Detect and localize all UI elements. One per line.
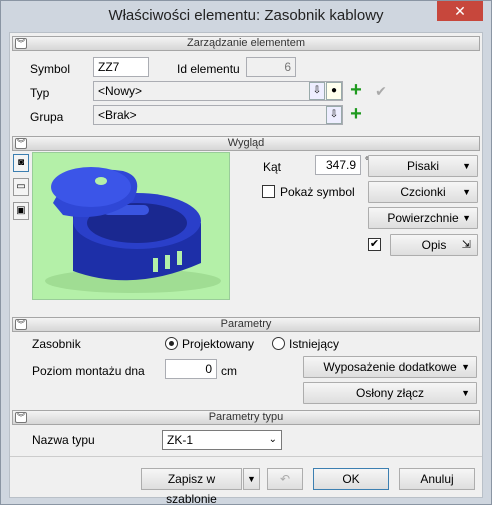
section-title: Parametry typu [208,411,284,423]
preview-3d[interactable] [32,152,230,300]
collapse-icon[interactable]: ︾ [15,319,27,330]
properties-dialog: Właściwości elementu: Zasobnik kablowy ✕… [0,0,492,505]
ok-button[interactable]: OK [313,468,389,490]
symbol-label: Symbol [30,62,71,76]
section-title: Zarządzanie elementem [186,37,305,49]
dropdown-arrow-icon: ▼ [462,213,471,223]
show-symbol-label: Pokaż symbol [280,185,355,199]
extra-equipment-button[interactable]: Wyposażenie dodatkowe ▼ [303,356,477,378]
save-template-dropdown[interactable]: ▼ [243,468,260,490]
joint-covers-button[interactable]: Osłony złącz ▼ [303,382,477,404]
section-header-management[interactable]: ︾ Zarządzanie elementem [12,36,480,51]
save-template-button[interactable]: Zapisz w szablonie [141,468,242,505]
element-id-label: Id elementu [177,62,240,76]
dropdown-arrow-icon: ▼ [247,474,256,484]
mount-level-input[interactable]: 0 [165,359,217,379]
confirm-type-icon: ✔ [375,83,387,99]
camera-icon[interactable]: ◙ [13,154,29,172]
collapse-icon[interactable]: ︾ [15,412,27,423]
section-header-appearance[interactable]: ︾ Wygląd [12,136,480,151]
dropdown-arrow-icon: ▼ [462,161,471,171]
surfaces-button[interactable]: Powierzchnie ▼ [368,207,478,229]
title-bar[interactable]: Właściwości elementu: Zasobnik kablowy ✕ [1,1,491,31]
group-field[interactable]: <Brak> [93,105,343,125]
fonts-button-label: Czcionki [400,185,446,199]
window-title: Właściwości elementu: Zasobnik kablowy [108,7,384,24]
section-title: Wygląd [227,137,265,149]
symbol-input[interactable]: ZZ7 [93,57,149,77]
group-label: Grupa [30,110,64,124]
footer-divider [10,456,482,457]
dropdown-arrow-icon: ▼ [462,187,471,197]
storage-label: Zasobnik [32,337,81,351]
pens-button[interactable]: Pisaki ▼ [368,155,478,177]
layer-icon[interactable]: ▭ [13,178,29,196]
extra-equipment-label: Wyposażenie dodatkowe [323,360,457,374]
dialog-body: ︾ Zarządzanie elementem Symbol ZZ7 Id el… [9,32,483,505]
pick-group-icon[interactable]: ⇩ [326,106,342,124]
radio-designed[interactable] [165,337,178,350]
undo-icon: ↶ [279,472,291,486]
pick-type-icon[interactable]: ⇩ [309,82,325,100]
close-button[interactable]: ✕ [437,1,483,21]
undo-button: ↶ [267,468,303,490]
open-icon: ⇲ [461,239,471,251]
mount-level-unit: cm [221,364,237,378]
section-header-parameters[interactable]: ︾ Parametry [12,317,480,332]
section-title: Parametry [220,318,272,330]
add-type-icon[interactable]: + [347,80,365,100]
description-checkbox[interactable]: ✔ [368,238,381,251]
chevron-down-icon: ⌄ [268,434,277,445]
type-label: Typ [30,86,50,100]
section-header-type-parameters[interactable]: ︾ Parametry typu [12,410,480,425]
surfaces-button-label: Powierzchnie [387,211,459,225]
collapse-icon[interactable]: ︾ [15,38,27,49]
joint-covers-label: Osłony złącz [355,386,425,400]
cube-icon[interactable]: ▣ [13,202,29,220]
collapse-icon[interactable]: ︾ [15,138,27,149]
radio-existing-label: Istniejący [289,337,340,351]
type-field[interactable]: <Nowy> [93,81,343,101]
element-id-field: 6 [246,57,296,77]
type-name-label: Nazwa typu [32,433,95,447]
fonts-button[interactable]: Czcionki ▼ [368,181,478,203]
description-button[interactable]: Opis ⇲ [390,234,478,256]
show-symbol-checkbox[interactable] [262,185,275,198]
mount-level-label: Poziom montażu dna [32,364,145,378]
cancel-button[interactable]: Anuluj [399,468,475,490]
type-name-select[interactable]: ZK-1 ⌄ [162,430,282,450]
dropdown-arrow-icon: ▼ [461,388,470,398]
cable-box-illustration [45,167,221,293]
add-group-icon[interactable]: + [347,104,365,124]
pens-button-label: Pisaki [406,159,439,173]
description-button-label: Opis [421,238,447,252]
type-name-value: ZK-1 [167,433,194,447]
radio-existing[interactable] [272,337,285,350]
angle-input[interactable]: 347.9 [315,155,361,175]
radio-designed-label: Projektowany [182,337,255,351]
bulb-icon[interactable]: ● [326,82,342,100]
angle-label: Kąt [263,160,282,174]
dropdown-arrow-icon: ▼ [461,362,470,372]
